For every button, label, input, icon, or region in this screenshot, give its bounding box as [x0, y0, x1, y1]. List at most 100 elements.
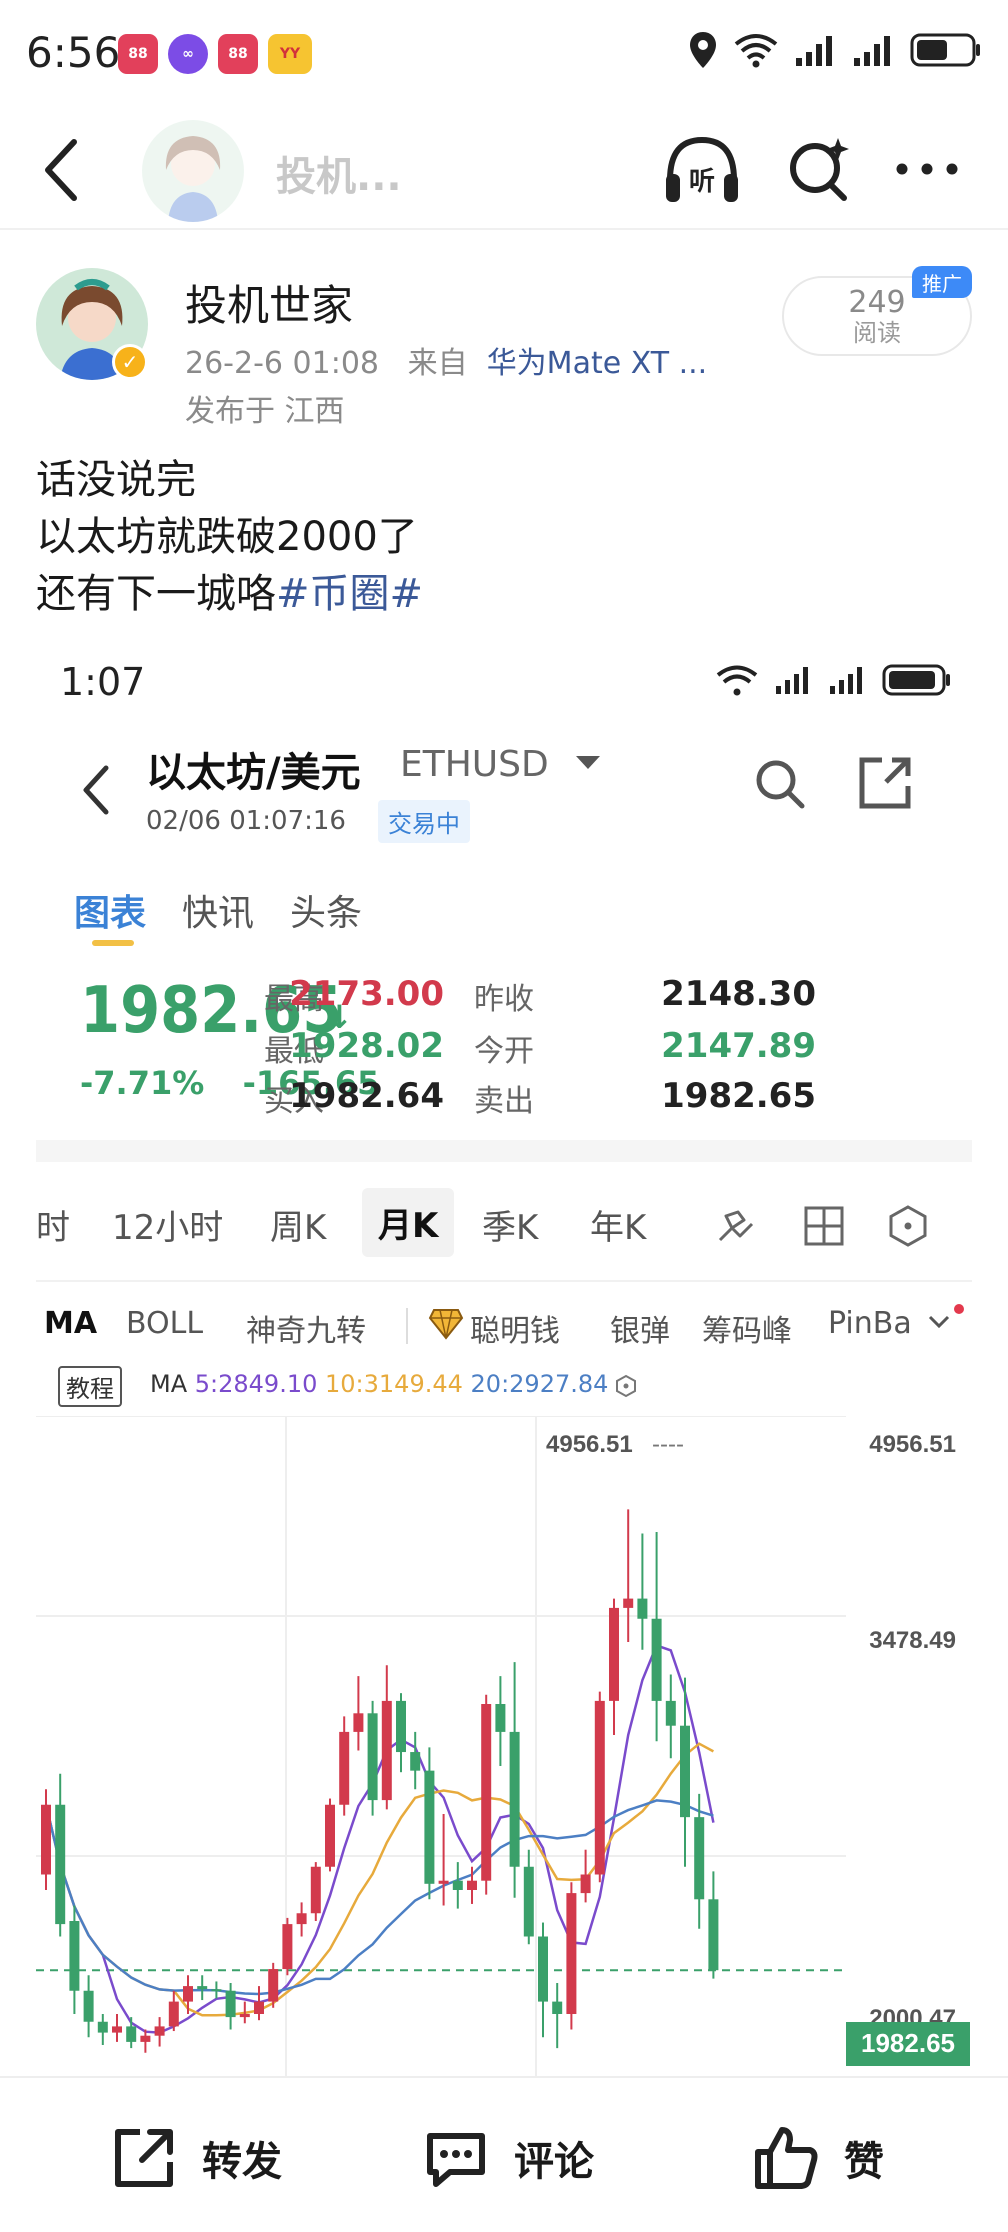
shot-back-icon[interactable] — [76, 760, 116, 820]
tutorial-button[interactable]: 教程 — [58, 1366, 122, 1407]
repost-button[interactable]: 转发 — [108, 2118, 282, 2198]
period-week[interactable]: 周K — [270, 1200, 326, 1249]
comment-button[interactable]: 评论 — [420, 2118, 594, 2198]
post-location: 发布于 江西 — [185, 394, 345, 429]
indicator-chip-peak[interactable]: 筹码峰 — [702, 1306, 792, 1350]
repost-label: 转发 — [202, 2139, 282, 2185]
period-year[interactable]: 年K — [590, 1200, 646, 1249]
quote-value-low: 1928.02 — [289, 1026, 444, 1066]
ma-values: MA 5:2849.10 10:3149.44 20:2927.84 — [150, 1370, 608, 1398]
nav-title: 投机... — [276, 154, 402, 200]
status-icons — [688, 30, 982, 70]
indicator-ma[interactable]: MA — [44, 1306, 97, 1341]
quote-label: 卖出 — [474, 1084, 534, 1119]
candle-down — [495, 1704, 506, 1732]
indicator-smart-money[interactable]: 聪明钱 — [470, 1306, 560, 1350]
bottom-action-bar: 转发 评论 赞 — [0, 2076, 1008, 2232]
instrument-symbol[interactable]: ETHUSD — [400, 744, 549, 785]
candle-down — [509, 1731, 520, 1867]
comment-label: 评论 — [514, 2139, 594, 2185]
signal-icon-2 — [830, 667, 862, 694]
quote-value-prev-close: 2148.30 — [661, 974, 816, 1014]
indicator-silver-bullet[interactable]: 银弹 — [610, 1306, 670, 1350]
quote-label: 今开 — [474, 1034, 534, 1069]
shot-status-icons — [714, 662, 952, 698]
listen-headphones-icon[interactable]: 听 — [662, 132, 742, 208]
candle-up — [353, 1713, 364, 1732]
author-name[interactable]: 投机世家 — [185, 272, 353, 333]
quote-value-ask: 1982.65 — [661, 1076, 816, 1116]
quote-value-high: 2173.00 — [289, 974, 444, 1014]
like-button[interactable]: 赞 — [750, 2118, 884, 2198]
tab-headlines[interactable]: 头条 — [290, 884, 362, 936]
settings-hex-icon[interactable] — [886, 1204, 930, 1248]
post-line-text: 还有下一城咯 — [36, 571, 276, 617]
device-link[interactable]: 华为Mate XT ... — [487, 346, 708, 381]
candle-down — [396, 1700, 406, 1753]
nav-avatar[interactable] — [142, 120, 244, 222]
period-quarter[interactable]: 季K — [482, 1200, 538, 1249]
indicator-td9[interactable]: 神奇九转 — [246, 1306, 366, 1350]
current-price-label: 1982.65 — [861, 2028, 955, 2058]
app-icon-3: 88 — [218, 34, 258, 74]
ma-settings-icon[interactable] — [614, 1374, 638, 1398]
candle-up — [438, 1880, 449, 1884]
candle-down — [410, 1752, 421, 1771]
candle-down — [197, 1986, 208, 1990]
topic-link[interactable]: #币圈# — [276, 571, 423, 617]
candle-up — [168, 2001, 179, 2027]
ma5-value: 5:2849.10 — [194, 1370, 318, 1398]
quote-value-bid: 1982.64 — [289, 1076, 444, 1116]
layout-grid-icon[interactable] — [802, 1204, 846, 1248]
candle-up — [140, 2035, 151, 2042]
more-options-icon[interactable] — [892, 154, 962, 184]
candle-up — [112, 2026, 122, 2033]
promo-tag: 推广 — [912, 266, 972, 298]
ma20-value: 20:2927.84 — [470, 1370, 609, 1398]
trading-status-badge: 交易中 — [378, 800, 470, 843]
period-hour[interactable]: 时 — [36, 1200, 70, 1249]
candle-down — [694, 1817, 705, 1900]
candle-up — [41, 1804, 51, 1875]
ai-search-icon[interactable] — [784, 134, 854, 206]
candle-down — [225, 1990, 236, 2018]
indicator-divider — [406, 1308, 408, 1344]
app-icon-1: 88 — [118, 34, 158, 74]
candlestick-chart[interactable]: 4956.51 ---- 4956.51 3478.49 2000.47 198… — [36, 1416, 972, 2076]
quote-value-open: 2147.89 — [661, 1026, 816, 1066]
share-icon[interactable] — [856, 754, 914, 812]
chevron-down-icon[interactable] — [926, 1312, 952, 1332]
tab-flash-news[interactable]: 快讯 — [182, 884, 254, 936]
content-tabs: 图表 快讯 头条 — [74, 884, 362, 936]
candle-up — [481, 1704, 492, 1881]
repost-icon — [115, 2129, 173, 2187]
period-12h[interactable]: 12小时 — [112, 1200, 223, 1249]
ma20-line — [44, 1799, 714, 1996]
back-icon[interactable] — [30, 130, 100, 210]
status-bar: 6:56 88 ∞ 88 YY — [0, 0, 1008, 100]
post-line: 以太坊就跌破2000了 — [36, 514, 418, 560]
chart-grid — [36, 1416, 846, 2076]
battery-icon — [882, 664, 950, 696]
candle-down — [211, 1989, 222, 1992]
draw-tool-icon[interactable] — [712, 1204, 756, 1248]
app-icon-4: YY — [268, 34, 312, 74]
candle-up — [580, 1874, 591, 1894]
period-month[interactable]: 月K — [362, 1188, 455, 1257]
indicator-pinbar[interactable]: PinBa — [828, 1306, 912, 1341]
embedded-screenshot[interactable]: 1:07 以太坊/美元 ETHUSD 02/06 01:07:16 交易中 图表… — [36, 640, 972, 2076]
reads-label: 阅读 — [853, 319, 901, 347]
candle-up — [609, 1607, 619, 1701]
verified-badge-icon: ✓ — [112, 344, 148, 380]
post-meta: 26-2-6 01:08 来自 华为Mate XT ... — [185, 338, 707, 382]
like-label: 赞 — [844, 2139, 884, 2185]
candle-down — [83, 1990, 94, 2022]
candle-down — [665, 1700, 676, 1726]
candle-up — [325, 1804, 335, 1867]
instrument-title: 以太坊/美元 — [146, 750, 361, 796]
search-icon[interactable] — [752, 756, 808, 812]
status-time: 6:56 — [26, 28, 121, 77]
symbol-dropdown-icon[interactable] — [576, 756, 600, 769]
indicator-boll[interactable]: BOLL — [126, 1306, 203, 1341]
tab-chart[interactable]: 图表 — [74, 884, 146, 936]
